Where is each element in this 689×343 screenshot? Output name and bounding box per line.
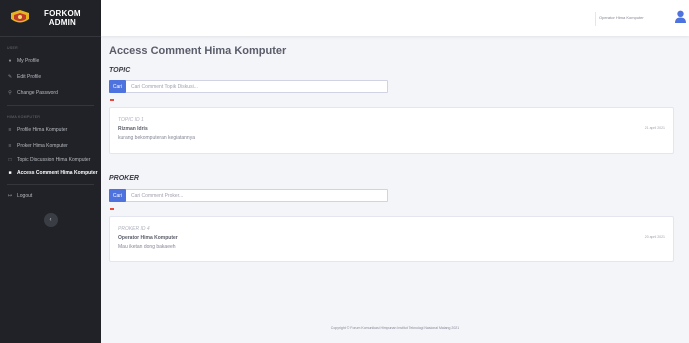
proker-section-label: PROKER xyxy=(109,175,139,182)
brand-line-1: FORKOM xyxy=(44,9,81,18)
brand-title: FORKOM ADMIN xyxy=(44,9,81,27)
page-title: Access Comment Hima Komputer xyxy=(109,45,287,57)
sidebar-item-label: Logout xyxy=(17,193,33,199)
sidebar-item-label: Access Comment Hima Komputer xyxy=(17,170,98,176)
footer-copyright: Copyright © Forum Komunikasi Himpunan In… xyxy=(330,326,460,330)
user-icon: ● xyxy=(8,58,12,64)
comment-id: PROKER ID 4 xyxy=(118,226,150,232)
comment-text: Mau iketan dong bakaeeh xyxy=(118,244,176,250)
comment-date: 21 april 2021 xyxy=(644,126,665,130)
comment-author: Operator Hima Komputer xyxy=(118,235,178,241)
brand[interactable]: FORKOM ADMIN xyxy=(0,0,101,37)
sidebar-item-label: Profile Hima Komputer xyxy=(17,127,68,133)
proker-comment-card: PROKER ID 4 Operator Hima Komputer Mau i… xyxy=(109,216,674,262)
user-avatar-icon[interactable] xyxy=(675,10,686,23)
list-icon: ≡ xyxy=(8,143,12,149)
comment-author: Rizman Idris xyxy=(118,126,148,132)
topic-accent-mark xyxy=(110,99,114,101)
comments-icon: ■ xyxy=(8,170,12,176)
topic-section-label: TOPIC xyxy=(109,67,131,74)
sidebar-item-topic-discussion[interactable]: □ Topic Discussion Hima Komputer xyxy=(0,157,101,164)
comment-text: kurang bekomputeran kegiatannya xyxy=(118,135,195,141)
user-edit-icon: ✎ xyxy=(7,74,13,80)
key-icon: ⚲ xyxy=(8,90,12,96)
user-name[interactable]: Operator Hima Komputer xyxy=(599,15,644,20)
comment-id: TOPIC ID 1 xyxy=(118,117,144,123)
chevron-left-icon: ‹ xyxy=(49,217,52,223)
topic-search-bar: Cari xyxy=(109,80,388,93)
brand-line-2: ADMIN xyxy=(48,18,76,27)
sidebar-item-logout[interactable]: ↦ Logout xyxy=(0,191,101,201)
sidebar-section-user: USER xyxy=(7,46,18,50)
sidebar-item-label: Proker Hima Komputer xyxy=(17,143,68,149)
sidebar-item-access-comment[interactable]: ■ Access Comment Hima Komputer xyxy=(0,170,101,177)
comments-icon: □ xyxy=(8,157,12,163)
topbar: Operator Hima Komputer xyxy=(101,0,689,36)
sidebar-item-label: Change Password xyxy=(17,90,58,96)
sidebar-item-label: Topic Discussion Hima Komputer xyxy=(17,157,91,163)
main-content: Access Comment Hima Komputer TOPIC Cari … xyxy=(101,36,689,343)
sidebar-item-label: My Profile xyxy=(17,58,40,64)
sidebar: FORKOM ADMIN USER ● My Profile ✎ Edit Pr… xyxy=(0,0,101,343)
sidebar-item-change-password[interactable]: ⚲ Change Password xyxy=(0,88,101,98)
sidebar-item-profile-hima[interactable]: ≡ Profile Hima Komputer xyxy=(0,125,101,135)
topic-comment-card: TOPIC ID 1 Rizman Idris kurang bekompute… xyxy=(109,107,674,154)
brand-logo-icon xyxy=(10,10,30,26)
sidebar-section-hima: HIMA KOMPUTER xyxy=(7,115,41,119)
proker-search-input[interactable] xyxy=(131,192,381,199)
topbar-divider xyxy=(595,12,596,26)
logout-icon: ↦ xyxy=(7,193,13,199)
sidebar-divider xyxy=(7,184,94,185)
topic-search-button[interactable]: Cari xyxy=(109,80,126,93)
proker-search-button[interactable]: Cari xyxy=(109,189,126,202)
sidebar-toggle-button[interactable]: ‹ xyxy=(43,213,58,227)
proker-search-bar: Cari xyxy=(109,189,388,202)
comment-date: 20 april 2021 xyxy=(644,235,665,239)
proker-accent-mark xyxy=(110,208,114,210)
list-icon: ≡ xyxy=(8,127,12,133)
sidebar-item-label: Edit Profile xyxy=(17,74,42,80)
sidebar-item-edit-profile[interactable]: ✎ Edit Profile xyxy=(0,72,101,82)
sidebar-item-proker-hima[interactable]: ≡ Proker Hima Komputer xyxy=(0,141,101,151)
topic-search-input[interactable] xyxy=(131,83,381,90)
sidebar-item-my-profile[interactable]: ● My Profile xyxy=(0,56,101,66)
